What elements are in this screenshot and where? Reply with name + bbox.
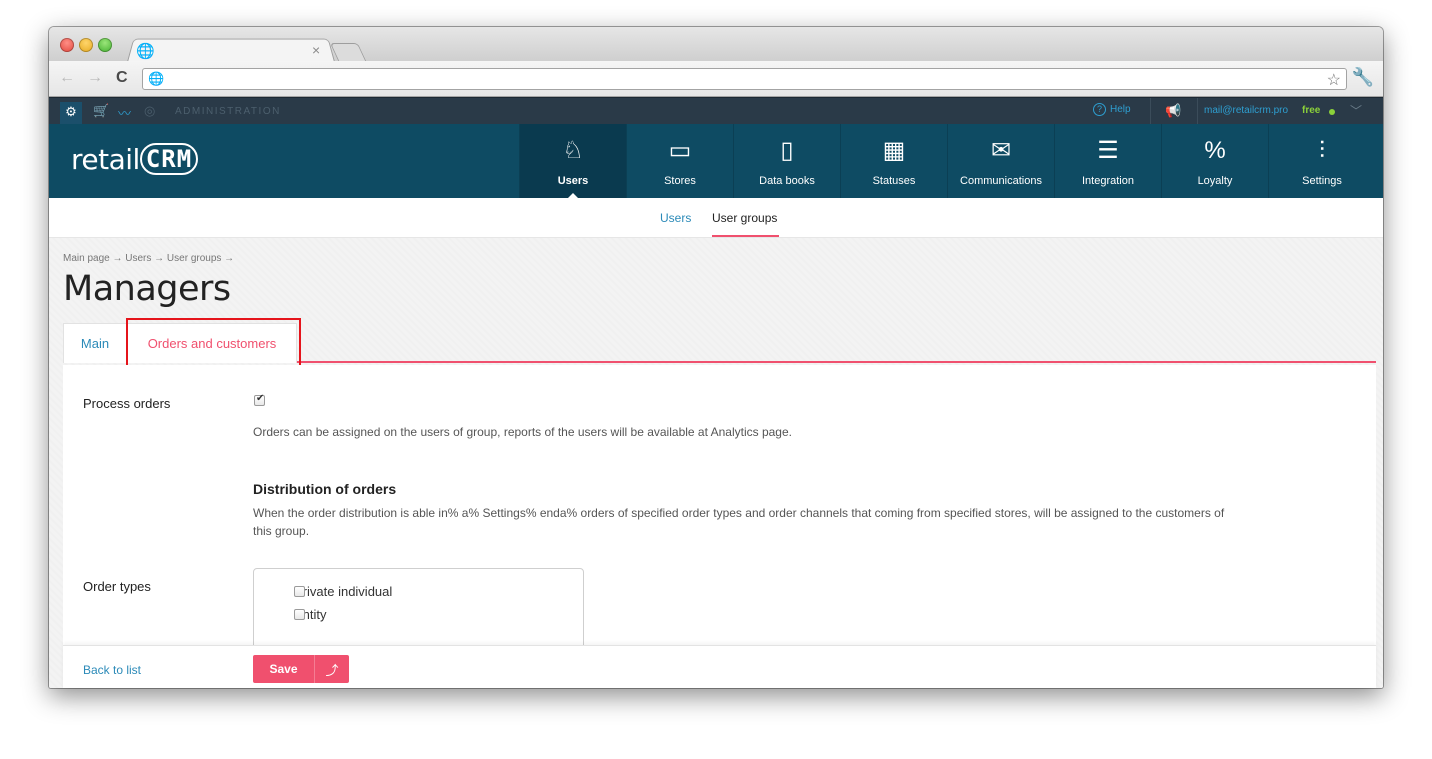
nav-item-label: Communications (960, 175, 1042, 187)
logo-crm: CRM (139, 143, 199, 175)
nav-item-label: Integration (1082, 175, 1134, 187)
form-tabs: Main Orders and customers (63, 323, 1376, 363)
minimize-window-button[interactable] (79, 38, 93, 52)
help-link[interactable]: ? Help (1093, 103, 1131, 116)
app-page: ⚙ 🛒 〰 ◎ ADMINISTRATION ? Help 📢 mail@reta… (49, 97, 1383, 688)
chevron-down-icon[interactable]: ﹀ (1350, 102, 1362, 119)
help-label: Help (1110, 104, 1131, 115)
megaphone-icon[interactable]: 📢 (1165, 103, 1181, 119)
subnav-user-groups-link[interactable]: User groups (712, 211, 777, 225)
account-email[interactable]: mail@retailcrm.pro (1204, 105, 1288, 116)
reload-icon[interactable]: C (116, 69, 128, 87)
mail-icon: ✉ (990, 137, 1012, 164)
page-title: Managers (63, 269, 231, 309)
browser-titlebar: 🌐 × (49, 27, 1383, 62)
nav-item-loyalty[interactable]: % Loyalty (1161, 124, 1268, 198)
save-and-exit-button[interactable]: ⤴ (314, 655, 349, 683)
bookmark-star-icon[interactable]: ☆ (1327, 70, 1341, 90)
admin-bar: ⚙ 🛒 〰 ◎ ADMINISTRATION ? Help 📢 mail@reta… (49, 97, 1383, 125)
order-types-label: Order types (83, 579, 151, 594)
nav-item-data-books[interactable]: ▯ Data books (733, 124, 840, 198)
back-to-list-link[interactable]: Back to list (83, 663, 141, 677)
nav-item-integration[interactable]: ☰ Integration (1054, 124, 1161, 198)
subnav-active-underline (712, 235, 779, 237)
tab-orders-and-customers[interactable]: Orders and customers (127, 323, 297, 363)
nav-item-label: Data books (759, 175, 815, 187)
plan-badge: free (1302, 105, 1321, 116)
address-globe-icon: 🌐 (148, 71, 165, 86)
tab-globe-icon: 🌐 (136, 43, 155, 60)
cart-icon[interactable]: 🛒 (93, 103, 109, 119)
subnav-users-link[interactable]: Users (660, 211, 691, 225)
form-panel: Process orders Orders can be assigned on… (63, 365, 1376, 650)
nav-item-communications[interactable]: ✉ Communications (947, 124, 1054, 198)
distribution-help-line-2: this group. (253, 524, 310, 538)
nav-item-stores[interactable]: ▭ Stores (626, 124, 733, 198)
address-bar[interactable]: 🌐 ☆ (142, 68, 1347, 90)
logo-text: retail (71, 143, 140, 176)
admin-label: ADMINISTRATION (175, 106, 281, 117)
order-type-label: Private individual (294, 584, 393, 599)
nav-item-settings[interactable]: ⫶ Settings (1268, 124, 1375, 198)
integration-lines-icon: ☰ (1097, 137, 1119, 164)
status-dot (1329, 109, 1335, 115)
sub-navigation: Users User groups (49, 198, 1383, 238)
percent-tag-icon: % (1204, 137, 1226, 164)
new-tab-button[interactable] (329, 43, 367, 61)
retailcrm-logo[interactable]: retail CRM (71, 143, 199, 176)
status-grid-icon: ▦ (882, 137, 906, 164)
process-orders-label: Process orders (83, 396, 171, 411)
browser-toolbar: ← → C 🌐 ☆ 🔧 (49, 61, 1383, 97)
distribution-help-line-1: When the order distribution is able in% … (253, 506, 1225, 520)
order-type-checkbox[interactable] (294, 609, 305, 620)
distribution-title: Distribution of orders (253, 481, 397, 497)
book-icon: ▯ (780, 137, 794, 164)
wrench-icon[interactable]: 🔧 (1352, 67, 1374, 88)
order-type-option[interactable]: Private individual (274, 584, 392, 599)
order-types-list: Private individual Entity (253, 568, 584, 650)
admin-divider (1197, 98, 1198, 125)
store-window-icon: ▭ (668, 137, 692, 164)
forward-arrow-icon[interactable]: → (87, 69, 103, 87)
target-icon[interactable]: ◎ (144, 103, 155, 119)
nav-item-label: Stores (664, 175, 696, 187)
nav-item-label: Statuses (872, 175, 916, 187)
nav-item-statuses[interactable]: ▦ Statuses (840, 124, 947, 198)
gear-icon[interactable]: ⚙ (60, 102, 82, 124)
order-type-checkbox[interactable] (294, 586, 305, 597)
user-icon: ♘ (562, 137, 584, 164)
nav-item-label: Settings (1302, 175, 1342, 187)
form-footer: Back to list Save ⤴ (63, 645, 1376, 688)
browser-tab[interactable] (127, 38, 335, 62)
nav-item-label: Loyalty (1197, 175, 1233, 187)
process-orders-checkbox[interactable] (254, 393, 265, 406)
back-arrow-icon[interactable]: ← (59, 69, 75, 87)
breadcrumb[interactable]: Main page → Users → User groups → (63, 253, 234, 264)
nav-item-users[interactable]: ♘ Users (519, 124, 626, 199)
zoom-window-button[interactable] (98, 38, 112, 52)
chart-line-icon[interactable]: 〰 (118, 103, 131, 122)
main-navigation: retail CRM ♘ Users ▭ Stores ▯ Data books ▦ Statu… (49, 124, 1383, 199)
admin-divider (1150, 98, 1151, 125)
order-type-option[interactable]: Entity (274, 607, 327, 622)
help-icon: ? (1093, 103, 1106, 116)
browser-window: 🌐 × ← → C 🌐 ☆ 🔧 ⚙ 🛒 〰 ◎ ADMINISTRATION ?… (49, 27, 1383, 688)
distribution-help: When the order distribution is able in% … (253, 504, 1224, 540)
save-button[interactable]: Save (253, 655, 314, 683)
nav-item-label: Users (557, 175, 589, 187)
sliders-icon: ⫶ (1319, 137, 1325, 164)
tab-main[interactable]: Main (63, 323, 127, 363)
tab-close-icon[interactable]: × (312, 42, 320, 58)
close-window-button[interactable] (60, 38, 74, 52)
process-orders-help: Orders can be assigned on the users of g… (253, 425, 792, 439)
window-controls (60, 38, 112, 52)
